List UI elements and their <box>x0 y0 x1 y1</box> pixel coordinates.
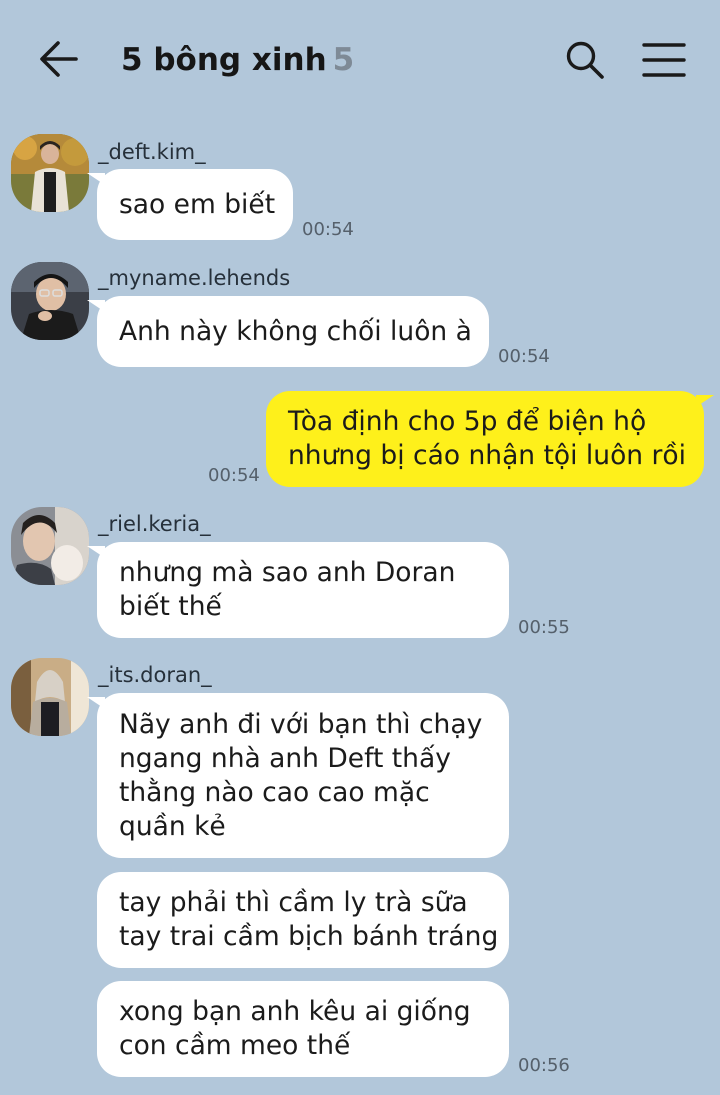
message-bubble[interactable]: sao em biết <box>87 169 293 240</box>
message-bubble[interactable]: xong bạn anh kêu ai giống con cầm meo th… <box>97 981 509 1077</box>
bubble-tail <box>87 300 105 312</box>
message-text: tay phải thì cầm ly trà sữa <box>119 887 468 918</box>
message-bubble[interactable]: nhưng mà sao anh Doran biết thế <box>87 542 509 638</box>
member-count: 5 <box>332 42 355 78</box>
message-text: Nãy anh đi với bạn thì chạy <box>119 708 483 740</box>
avatar[interactable] <box>11 658 89 736</box>
sender-name: _riel.keria_ <box>98 512 211 536</box>
sender-name: _myname.lehends <box>98 266 291 290</box>
message-time: 00:56 <box>518 1055 570 1076</box>
message-bubble[interactable]: tay phải thì cầm ly trà sữa tay trai cầm… <box>97 872 509 968</box>
message-time: 00:54 <box>498 346 550 367</box>
my-message-bubble[interactable]: Tòa định cho 5p để biện hộ nhưng bị cáo … <box>266 391 714 487</box>
bubble-tail <box>87 173 105 185</box>
bubble-tail <box>696 395 714 407</box>
search-icon[interactable] <box>563 38 607 82</box>
message-text: con cầm meo thế <box>119 1030 351 1061</box>
avatar[interactable] <box>11 262 89 340</box>
message-text: nhưng mà sao anh Doran <box>119 557 456 588</box>
message-text: nhưng bị cáo nhận tội luôn rồi <box>288 440 686 471</box>
chat-header: 5 bông xinh 5 <box>0 0 720 118</box>
bubble-tail <box>87 546 105 558</box>
message-time: 00:54 <box>208 465 260 486</box>
message-text: sao em biết <box>119 188 276 220</box>
message-time: 00:54 <box>302 219 354 240</box>
avatar[interactable] <box>11 134 89 212</box>
message-time: 00:55 <box>518 617 570 638</box>
message-text: thằng nào cao cao mặc <box>119 776 430 808</box>
message-text: biết thế <box>119 591 222 622</box>
sender-name: _its.doran_ <box>98 663 212 687</box>
message-text: ngang nhà anh Deft thấy <box>119 742 451 774</box>
message-text: Tòa định cho 5p để biện hộ <box>288 406 647 437</box>
chat-name: 5 bông xinh <box>121 42 327 78</box>
back-arrow-icon[interactable] <box>36 38 82 80</box>
chat-title: 5 bông xinh 5 <box>121 38 354 82</box>
message-text: xong bạn anh kêu ai giống <box>119 996 471 1027</box>
message-text: quần kẻ <box>119 810 226 842</box>
message-text: Anh này không chối luôn à <box>119 315 472 347</box>
hamburger-menu-icon[interactable] <box>640 40 688 80</box>
chat-screen: 5 bông xinh 5 _deft.kim_ sao em biết 00:… <box>0 0 720 1095</box>
message-bubble[interactable]: Anh này không chối luôn à <box>87 296 489 367</box>
message-text: tay trai cầm bịch bánh tráng <box>119 921 499 952</box>
avatar[interactable] <box>11 507 89 585</box>
sender-name: _deft.kim_ <box>98 140 206 164</box>
message-bubble[interactable]: Nãy anh đi với bạn thì chạy ngang nhà an… <box>87 693 509 858</box>
bubble-tail <box>87 697 105 709</box>
